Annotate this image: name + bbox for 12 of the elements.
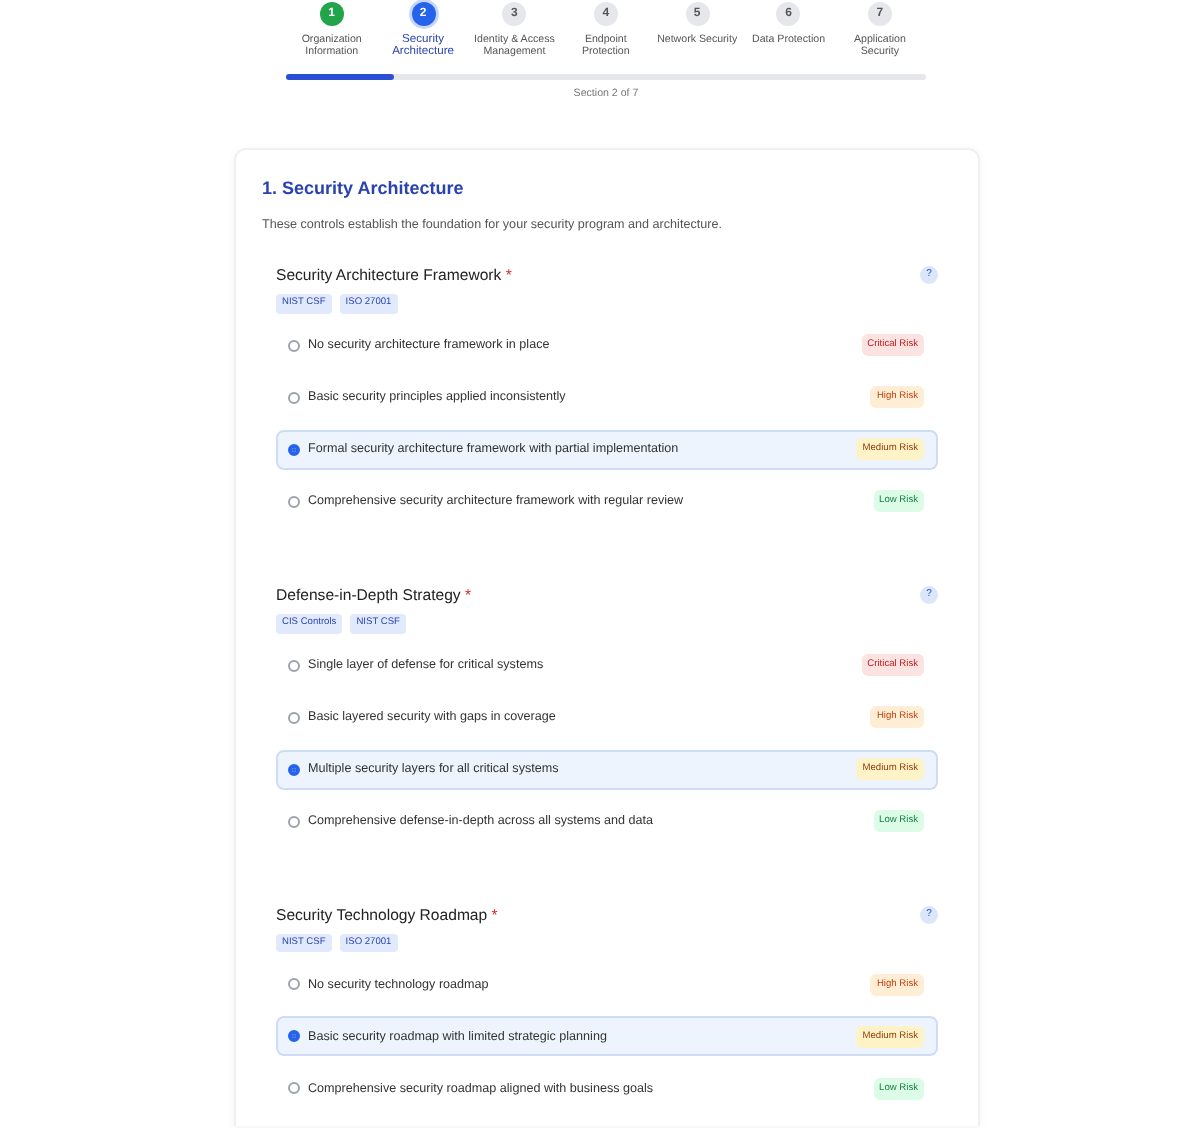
radio-button[interactable] xyxy=(288,978,300,991)
radio-button[interactable] xyxy=(288,391,300,404)
radio-button[interactable] xyxy=(288,1030,300,1043)
radio-button[interactable] xyxy=(288,815,300,828)
radio-button[interactable] xyxy=(288,711,300,724)
section-title: 1. Security Architecture xyxy=(262,177,466,199)
radio-button[interactable] xyxy=(288,443,300,456)
radio-button[interactable] xyxy=(288,495,300,508)
radio-button[interactable] xyxy=(288,659,300,672)
radio-button[interactable] xyxy=(288,763,300,776)
radio-button[interactable] xyxy=(288,339,300,352)
radio-button[interactable] xyxy=(288,1082,300,1095)
